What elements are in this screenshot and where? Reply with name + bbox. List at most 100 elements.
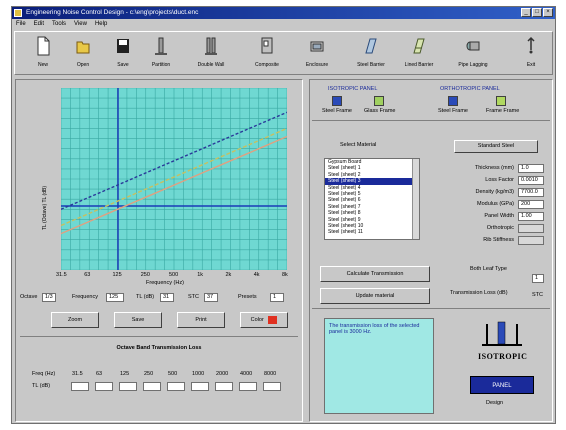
calculate-button[interactable]: Calculate Transmission (320, 266, 430, 282)
octave-freq-2: 125 (120, 371, 130, 377)
standard-steel-button[interactable]: Standard Steel (454, 140, 538, 153)
chart-y-axis: TL (Octave) TL (dB) (38, 120, 50, 240)
octave-freq-0: 31.5 (72, 371, 83, 377)
toolbar-exit-label: Exit (526, 62, 536, 68)
app-window: Engineering Noise Control Design - c:\en… (11, 6, 556, 424)
window-title: Engineering Noise Control Design - c:\en… (26, 9, 199, 16)
color-button[interactable]: Color (240, 312, 288, 328)
readout-octave-field[interactable]: 1/3 (42, 293, 56, 302)
x-tick-label: 1k (197, 272, 204, 278)
prop-field-0[interactable]: 1.0 (518, 164, 544, 173)
toolbar-save-button[interactable]: Save (103, 36, 143, 68)
x-tick-label: 2k (225, 272, 232, 278)
prop-field-4[interactable]: 1.00 (518, 212, 544, 221)
prop-field-3[interactable]: 200 (518, 200, 544, 209)
toolbar-open-label: Open (76, 62, 90, 68)
readout-stc-field[interactable]: 37 (204, 293, 218, 302)
chart-plot-area (61, 88, 287, 270)
logo-panel-box: PANEL (470, 376, 534, 394)
listbox-scrollbar[interactable] (412, 159, 419, 239)
octave-freq-3: 250 (144, 371, 154, 377)
logo-title: ISOTROPIC (478, 352, 528, 361)
enclosure-icon (310, 41, 324, 52)
left-panel: TL (Octave) TL (dB) 31.5 63 125 250 500 1k 2k 4… (15, 79, 303, 422)
octave-tl-cell-7[interactable] (239, 382, 257, 391)
material-item[interactable]: Steel (sheet) 11 (325, 229, 419, 235)
color-swatch-icon (268, 315, 278, 324)
chart-x-ticks: 31.5 63 125 250 500 1k 2k 4k 8k (56, 272, 288, 280)
octave-tl-cell-5[interactable] (191, 382, 209, 391)
toolbar-new-label: New (37, 62, 48, 68)
legend-label-4: Frame Frame (486, 108, 520, 114)
menu-file[interactable]: File (16, 19, 26, 29)
pipe-lagging-icon (466, 41, 480, 51)
octave-table: Octave Band Transmission Loss Freq (Hz) … (20, 336, 298, 418)
toolbar-new-button[interactable]: New (23, 36, 63, 68)
prop-label-3: Modulus (GPa) (477, 201, 514, 207)
x-tick-label: 8k (282, 272, 288, 278)
close-button[interactable]: × (543, 8, 553, 17)
menu-help[interactable]: Help (95, 19, 107, 29)
legend-swatch-1 (332, 96, 342, 106)
minimize-button[interactable]: _ (521, 8, 531, 17)
print-button[interactable]: Print (177, 312, 225, 328)
new-file-icon (37, 36, 50, 56)
composite-icon (261, 37, 273, 54)
toolbar-partition-button[interactable]: Partition (141, 36, 181, 68)
isotropic-logo: ISOTROPIC (478, 320, 528, 376)
legend-label-3: Steel Frame (438, 108, 468, 114)
toolbar-double-wall-label: Double Wall (197, 62, 225, 68)
toolbar-enclosure-button[interactable]: Enclosure (297, 36, 337, 68)
toolbar-composite-button[interactable]: Composite (247, 36, 287, 68)
exit-icon (527, 36, 535, 54)
octave-tl-cell-0[interactable] (71, 382, 89, 391)
legend-right-title: ORTHOTROPIC PANEL (440, 86, 500, 92)
wall-tl-value: STC (532, 292, 543, 298)
octave-tl-cell-1[interactable] (95, 382, 113, 391)
material-list-title: Select Material (340, 142, 377, 148)
toolbar-pipe-lagging-label: Pipe Lagging (458, 62, 488, 68)
octave-tl-cell-4[interactable] (167, 382, 185, 391)
toolbar-steel-barrier-button[interactable]: Steel Barrier (351, 36, 391, 68)
x-tick-label: 4k (253, 272, 260, 278)
menu-tools[interactable]: Tools (52, 19, 66, 29)
prop-field-5[interactable] (518, 224, 544, 233)
octave-freq-1: 63 (96, 371, 103, 377)
both-leaf-label: Both Leaf Type (470, 266, 507, 272)
readout-presets-field[interactable]: 1 (270, 293, 284, 302)
prop-field-1[interactable]: 0.0010 (518, 176, 544, 185)
toolbar-open-button[interactable]: Open (63, 36, 103, 68)
toolbar-partition-label: Partition (151, 62, 171, 68)
toolbar-pipe-lagging-button[interactable]: Pipe Lagging (453, 36, 493, 68)
material-listbox[interactable]: Gypsum Board Steel (sheet) 1 Steel (sheet)… (324, 158, 420, 240)
save-chart-button[interactable]: Save (114, 312, 162, 328)
octave-freq-6: 2000 (216, 371, 229, 377)
prop-field-2[interactable]: 7700.0 (518, 188, 544, 197)
menu-edit[interactable]: Edit (34, 19, 44, 29)
octave-tl-cell-6[interactable] (215, 382, 233, 391)
readout-tl-field[interactable]: 31 (160, 293, 174, 302)
prop-label-0: Thickness (mm) (474, 165, 514, 171)
menu-view[interactable]: View (74, 19, 87, 29)
octave-tl-label: TL (dB) (32, 383, 51, 389)
x-tick-label: 500 (169, 272, 179, 278)
partition-icon (155, 37, 167, 55)
toolbar-double-wall-button[interactable]: Double Wall (191, 36, 231, 68)
toolbar-save-label: Save (117, 62, 129, 68)
octave-tl-cell-8[interactable] (263, 382, 281, 391)
toolbar-exit-button[interactable]: Exit (511, 36, 551, 68)
zoom-button[interactable]: Zoom (51, 312, 99, 328)
octave-freq-7: 4000 (240, 371, 253, 377)
update-material-button[interactable]: Update material (320, 288, 430, 304)
x-tick-label: 63 (84, 272, 91, 278)
prop-field-6[interactable] (518, 236, 544, 245)
maximize-button[interactable]: □ (532, 8, 542, 17)
both-leaf-field[interactable]: 1 (532, 274, 544, 283)
octave-tl-cell-3[interactable] (143, 382, 161, 391)
toolbar-composite-label: Composite (255, 62, 279, 68)
toolbar-lined-barrier-button[interactable]: Lined Barrier (399, 36, 439, 68)
readout-frequency-field[interactable]: 125 (106, 293, 124, 302)
app-icon (14, 9, 22, 17)
octave-tl-cell-2[interactable] (119, 382, 137, 391)
x-tick-label: 31.5 (56, 272, 67, 278)
